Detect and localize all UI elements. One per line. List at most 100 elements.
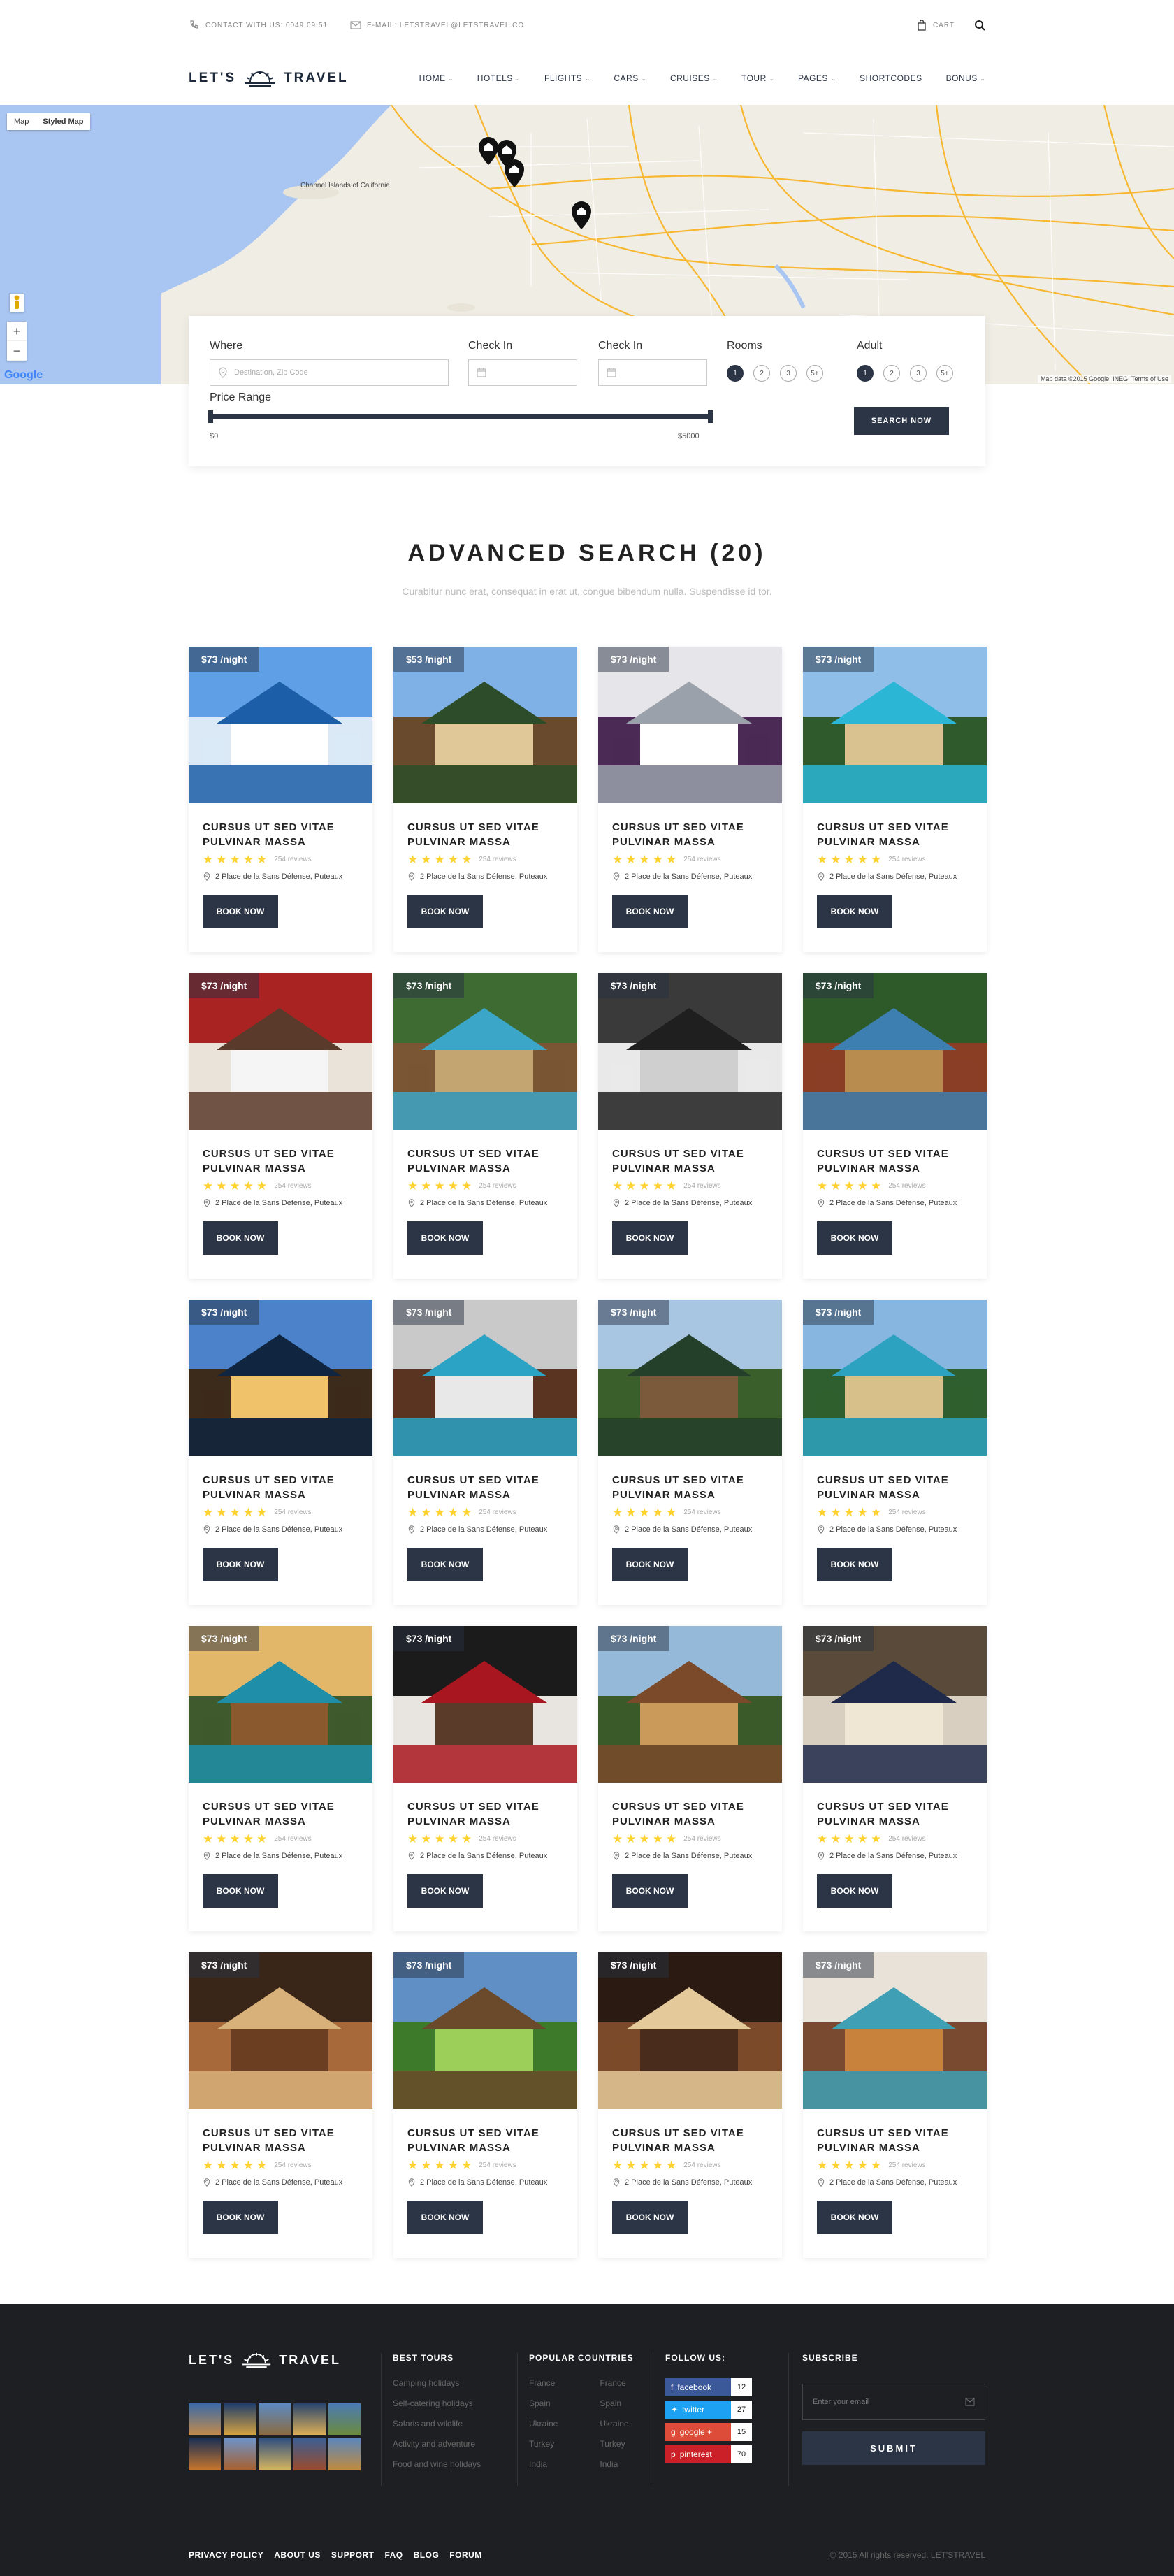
nav-tour[interactable]: TOUR ⌄ bbox=[741, 73, 774, 83]
hotel-image[interactable]: $73 /night bbox=[598, 1626, 782, 1783]
hotel-image[interactable]: $73 /night bbox=[189, 973, 372, 1130]
book-now-button[interactable]: BOOK NOW bbox=[203, 895, 278, 928]
country-link[interactable]: Spain bbox=[600, 2398, 628, 2408]
google-plus-button[interactable]: g google + 15 bbox=[665, 2423, 752, 2441]
gallery-thumb[interactable] bbox=[224, 2403, 256, 2435]
country-link[interactable]: Turkey bbox=[600, 2439, 628, 2449]
adult-option[interactable]: 1 bbox=[857, 365, 874, 382]
hotel-title[interactable]: CURSUS UT SED VITAE PULVINAR MASSA bbox=[203, 1799, 342, 1829]
hotel-image[interactable]: $73 /night bbox=[803, 647, 987, 803]
hotel-title[interactable]: CURSUS UT SED VITAE PULVINAR MASSA bbox=[612, 1473, 752, 1502]
hotel-title[interactable]: CURSUS UT SED VITAE PULVINAR MASSA bbox=[612, 2126, 752, 2155]
footer-logo[interactable]: LET'S TRAVEL bbox=[189, 2352, 341, 2368]
country-link[interactable]: France bbox=[529, 2378, 558, 2388]
submit-button[interactable]: SUBMIT bbox=[802, 2431, 985, 2465]
hotel-image[interactable]: $73 /night bbox=[189, 1626, 372, 1783]
hotel-title[interactable]: CURSUS UT SED VITAE PULVINAR MASSA bbox=[407, 1799, 547, 1829]
hotel-title[interactable]: CURSUS UT SED VITAE PULVINAR MASSA bbox=[817, 1799, 957, 1829]
book-now-button[interactable]: BOOK NOW bbox=[612, 2201, 688, 2234]
email-info[interactable]: E-MAIL: LETSTRAVEL@LETSTRAVEL.CO bbox=[350, 20, 524, 31]
nav-home[interactable]: HOME ⌄ bbox=[419, 73, 454, 83]
book-now-button[interactable]: BOOK NOW bbox=[407, 2201, 483, 2234]
nav-cars[interactable]: CARS ⌄ bbox=[614, 73, 646, 83]
tour-link[interactable]: Food and wine holidays bbox=[393, 2459, 481, 2469]
gallery-thumb[interactable] bbox=[328, 2438, 361, 2470]
hotel-title[interactable]: CURSUS UT SED VITAE PULVINAR MASSA bbox=[817, 1473, 957, 1502]
book-now-button[interactable]: BOOK NOW bbox=[407, 1874, 483, 1908]
gallery-thumb[interactable] bbox=[224, 2438, 256, 2470]
gallery-thumb[interactable] bbox=[259, 2438, 291, 2470]
pinterest-button[interactable]: p pinterest 70 bbox=[665, 2445, 752, 2463]
hotel-title[interactable]: CURSUS UT SED VITAE PULVINAR MASSA bbox=[203, 820, 342, 849]
logo[interactable]: LET'S TRAVEL bbox=[189, 69, 349, 87]
price-range-slider[interactable] bbox=[208, 410, 713, 423]
tour-link[interactable]: Activity and adventure bbox=[393, 2439, 481, 2449]
footer-link-blog[interactable]: BLOG bbox=[414, 2550, 440, 2560]
book-now-button[interactable]: BOOK NOW bbox=[817, 2201, 892, 2234]
footer-link-privacy[interactable]: PRIVACY POLICY bbox=[189, 2550, 263, 2560]
hotel-image[interactable]: $73 /night bbox=[598, 973, 782, 1130]
tour-link[interactable]: Camping holidays bbox=[393, 2378, 481, 2388]
hotel-image[interactable]: $73 /night bbox=[598, 647, 782, 803]
nav-cruises[interactable]: CRUISES ⌄ bbox=[670, 73, 718, 83]
nav-bonus[interactable]: BONUS ⌄ bbox=[946, 73, 985, 83]
hotel-image[interactable]: $73 /night bbox=[803, 1626, 987, 1783]
adult-option[interactable]: 3 bbox=[910, 365, 927, 382]
checkout-input[interactable] bbox=[598, 359, 707, 386]
hotel-image[interactable]: $73 /night bbox=[803, 973, 987, 1130]
footer-link-forum[interactable]: FORUM bbox=[449, 2550, 482, 2560]
rooms-option[interactable]: 5+ bbox=[806, 365, 823, 382]
subscribe-email-input[interactable]: Enter your email bbox=[802, 2384, 985, 2420]
book-now-button[interactable]: BOOK NOW bbox=[817, 1874, 892, 1908]
book-now-button[interactable]: BOOK NOW bbox=[203, 1221, 278, 1255]
nav-pages[interactable]: PAGES ⌄ bbox=[798, 73, 836, 83]
gallery-thumb[interactable] bbox=[189, 2438, 221, 2470]
tour-link[interactable]: Safaris and wildlife bbox=[393, 2419, 481, 2429]
hotel-title[interactable]: CURSUS UT SED VITAE PULVINAR MASSA bbox=[612, 820, 752, 849]
country-link[interactable]: Ukraine bbox=[600, 2419, 628, 2429]
hotel-image[interactable]: $73 /night bbox=[189, 1952, 372, 2109]
gallery-thumb[interactable] bbox=[328, 2403, 361, 2435]
hotel-title[interactable]: CURSUS UT SED VITAE PULVINAR MASSA bbox=[407, 820, 547, 849]
footer-link-support[interactable]: SUPPORT bbox=[331, 2550, 375, 2560]
book-now-button[interactable]: BOOK NOW bbox=[612, 1548, 688, 1581]
tour-link[interactable]: Self-catering holidays bbox=[393, 2398, 481, 2408]
hotel-title[interactable]: CURSUS UT SED VITAE PULVINAR MASSA bbox=[612, 1799, 752, 1829]
adult-option[interactable]: 2 bbox=[883, 365, 900, 382]
country-link[interactable]: France bbox=[600, 2378, 628, 2388]
gallery-thumb[interactable] bbox=[294, 2403, 326, 2435]
facebook-button[interactable]: f facebook 12 bbox=[665, 2378, 752, 2396]
hotel-image[interactable]: $73 /night bbox=[393, 973, 577, 1130]
hotel-image[interactable]: $73 /night bbox=[393, 1300, 577, 1456]
book-now-button[interactable]: BOOK NOW bbox=[407, 1548, 483, 1581]
country-link[interactable]: Spain bbox=[529, 2398, 558, 2408]
book-now-button[interactable]: BOOK NOW bbox=[203, 1874, 278, 1908]
zoom-in-icon[interactable]: + bbox=[7, 322, 27, 341]
book-now-button[interactable]: BOOK NOW bbox=[203, 1548, 278, 1581]
twitter-button[interactable]: ✦ twitter 27 bbox=[665, 2401, 752, 2419]
rooms-option[interactable]: 2 bbox=[753, 365, 770, 382]
country-link[interactable]: India bbox=[600, 2459, 628, 2469]
tab-map[interactable]: Map bbox=[7, 113, 36, 130]
tab-styled-map[interactable]: Styled Map bbox=[36, 113, 90, 130]
hotel-title[interactable]: CURSUS UT SED VITAE PULVINAR MASSA bbox=[817, 820, 957, 849]
gallery-thumb[interactable] bbox=[259, 2403, 291, 2435]
book-now-button[interactable]: BOOK NOW bbox=[407, 1221, 483, 1255]
hotel-image[interactable]: $73 /night bbox=[189, 1300, 372, 1456]
checkin-input[interactable] bbox=[468, 359, 577, 386]
search-now-button[interactable]: SEARCH NOW bbox=[854, 407, 949, 435]
hotel-image[interactable]: $73 /night bbox=[803, 1300, 987, 1456]
map-attribution[interactable]: Map data ©2015 Google, INEGI Terms of Us… bbox=[1037, 375, 1171, 383]
cart-link[interactable]: CART bbox=[916, 20, 955, 31]
hotel-image[interactable]: $73 /night bbox=[393, 1952, 577, 2109]
book-now-button[interactable]: BOOK NOW bbox=[817, 895, 892, 928]
hotel-image[interactable]: $73 /night bbox=[598, 1952, 782, 2109]
footer-link-faq[interactable]: FAQ bbox=[384, 2550, 403, 2560]
book-now-button[interactable]: BOOK NOW bbox=[612, 1874, 688, 1908]
book-now-button[interactable]: BOOK NOW bbox=[817, 1221, 892, 1255]
country-link[interactable]: Turkey bbox=[529, 2439, 558, 2449]
hotel-title[interactable]: CURSUS UT SED VITAE PULVINAR MASSA bbox=[203, 1146, 342, 1176]
rooms-option[interactable]: 3 bbox=[780, 365, 797, 382]
book-now-button[interactable]: BOOK NOW bbox=[612, 1221, 688, 1255]
footer-link-about[interactable]: ABOUT US bbox=[274, 2550, 321, 2560]
